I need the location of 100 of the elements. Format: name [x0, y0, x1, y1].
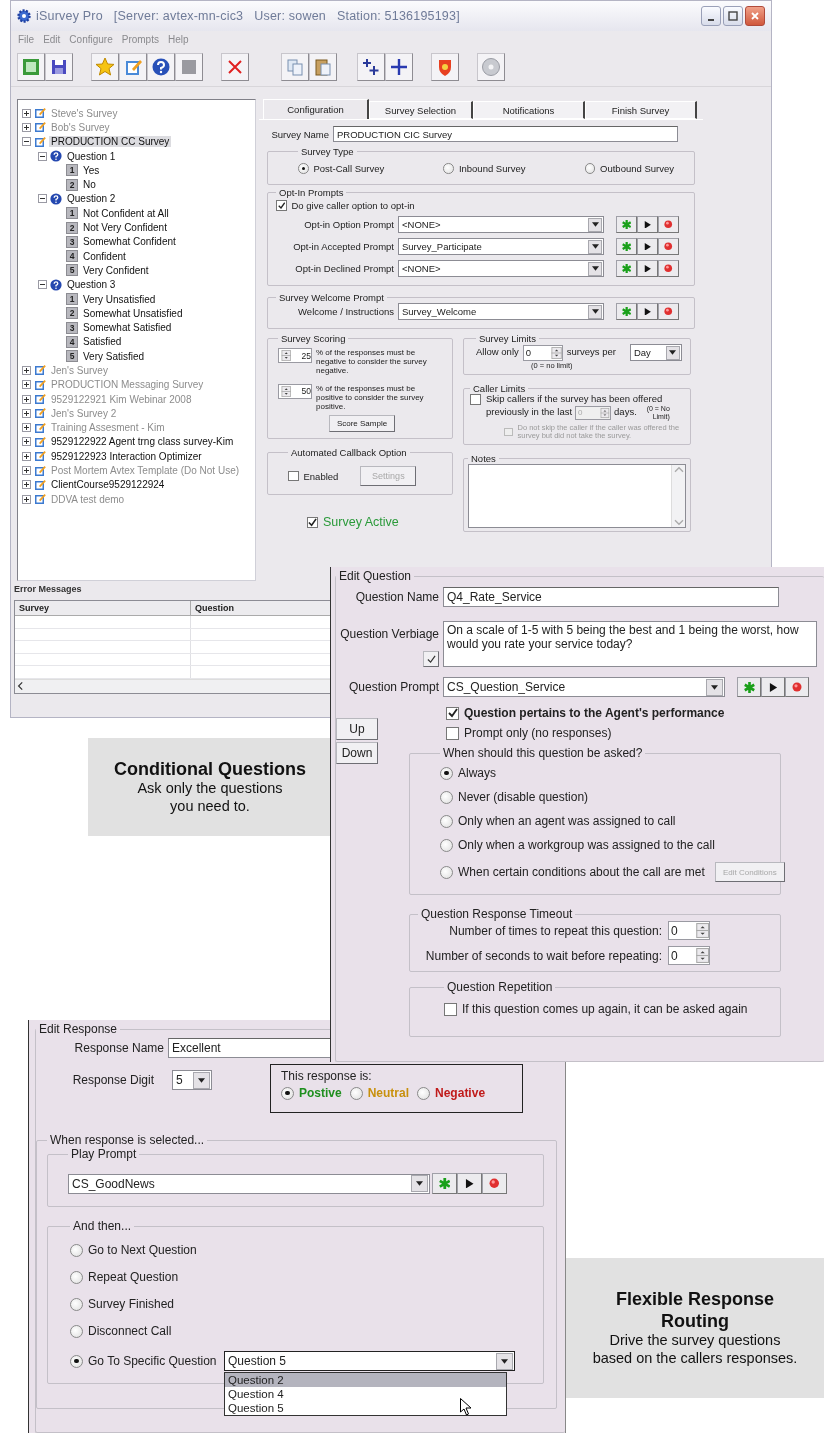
tree-toggle[interactable]	[22, 480, 31, 490]
checkbox[interactable]	[446, 706, 459, 720]
tree-item[interactable]: Somewhat Satisfied	[81, 322, 174, 334]
radio-button[interactable]	[70, 1270, 83, 1284]
tree-toggle[interactable]	[22, 451, 31, 461]
tree-item[interactable]: No	[81, 179, 98, 191]
question-name-field[interactable]: Q4_Rate_Service	[443, 587, 779, 607]
tree-item[interactable]: Steve's Survey	[49, 107, 120, 119]
play-button[interactable]	[761, 677, 785, 697]
tree-toggle[interactable]	[38, 194, 47, 204]
tree-item[interactable]: Jen's Survey 2	[49, 407, 119, 419]
move-button[interactable]: Down	[336, 742, 378, 764]
record-button[interactable]	[658, 303, 679, 320]
tree-toggle[interactable]	[22, 437, 31, 447]
tab[interactable]: Finish Survey	[585, 101, 697, 119]
tree-toggle[interactable]	[22, 122, 31, 132]
tree-item[interactable]: Somewhat Confident	[81, 236, 178, 248]
verbiage-field[interactable]: On a scale of 1-5 with 5 being the best and 1 being the worst, how would you rate your service today?	[443, 621, 817, 667]
prompt-dropdown[interactable]: Survey_Participate	[398, 238, 604, 255]
play-button[interactable]	[637, 303, 658, 320]
dropdown-option[interactable]: Question 2	[225, 1373, 506, 1387]
checkbox[interactable]	[307, 516, 318, 528]
tree-item[interactable]: Training Assesment - Kim	[49, 422, 167, 434]
radio-button[interactable]	[70, 1243, 83, 1257]
radio-button[interactable]	[440, 790, 453, 804]
close-button[interactable]	[745, 6, 765, 26]
tree-item[interactable]: Post Mortem Avtex Template (Do Not Use)	[49, 465, 242, 477]
question-dropdown[interactable]: Question 5	[224, 1351, 515, 1371]
add-button[interactable]	[385, 52, 413, 81]
tree-item[interactable]: Bob's Survey	[49, 121, 112, 133]
number-spinner[interactable]: 0	[522, 344, 563, 361]
radio-button[interactable]	[281, 1086, 294, 1100]
number-spinner[interactable]: 50	[278, 383, 312, 399]
tree-item[interactable]: PRODUCTION CC Survey	[49, 136, 172, 148]
checkbox[interactable]	[446, 726, 459, 740]
tree-item[interactable]: Yes	[81, 164, 102, 176]
tree-item[interactable]: Not Very Confident	[81, 222, 169, 233]
radio-button[interactable]	[584, 163, 596, 174]
radio-button[interactable]	[349, 1086, 363, 1100]
record-button[interactable]	[658, 260, 679, 277]
checkbox[interactable]	[470, 393, 481, 405]
survey-name-field[interactable]: PRODUCTION CIC Survey	[333, 126, 678, 142]
tree-toggle[interactable]	[22, 423, 31, 433]
tree-item[interactable]: Question 3	[65, 279, 118, 291]
tree-item[interactable]: PRODUCTION Messaging Survey	[49, 379, 206, 391]
prompt-dropdown[interactable]: Survey_Welcome	[398, 303, 604, 320]
scroll-up-icon[interactable]	[672, 465, 686, 474]
favorite-button[interactable]	[91, 52, 119, 81]
tree-item[interactable]: Somewhat Unsatisfied	[81, 307, 185, 319]
export-button[interactable]	[17, 52, 45, 81]
tree-toggle[interactable]	[22, 466, 31, 476]
checkbox[interactable]	[276, 200, 287, 211]
radio-button[interactable]	[440, 838, 453, 852]
minimize-button[interactable]	[701, 6, 721, 26]
play-button[interactable]	[457, 1173, 482, 1194]
record-button[interactable]	[658, 238, 679, 255]
play-button[interactable]	[637, 260, 658, 277]
radio-button[interactable]	[70, 1297, 83, 1311]
tree-item[interactable]: Question 2	[65, 193, 118, 205]
move-button[interactable]: Up	[336, 718, 378, 740]
tree-item[interactable]: 9529122921 Kim Webinar 2008	[49, 393, 194, 405]
tree-toggle[interactable]	[22, 366, 31, 375]
tree-toggle[interactable]	[22, 494, 31, 504]
number-spinner[interactable]: 25	[278, 348, 312, 363]
tree-item[interactable]: Satisfied	[81, 336, 124, 348]
tree-item[interactable]: Very Satisfied	[81, 350, 147, 362]
tree-item[interactable]: Jen's Survey	[49, 365, 110, 376]
tree-item[interactable]: ClientCourse9529122924	[49, 479, 167, 491]
checkbox[interactable]	[288, 470, 299, 482]
prompt-dropdown[interactable]: CS_Question_Service	[443, 677, 725, 697]
period-dropdown[interactable]: Day	[629, 344, 682, 361]
tree-item[interactable]: DDVA test demo	[49, 493, 127, 505]
record-button[interactable]	[785, 677, 809, 697]
help-button[interactable]	[147, 52, 175, 81]
scroll-down-icon[interactable]	[672, 519, 686, 528]
radio-button[interactable]	[440, 766, 453, 780]
maximize-button[interactable]	[723, 6, 743, 26]
prompt-dropdown[interactable]: CS_GoodNews	[68, 1173, 430, 1194]
radio-button[interactable]	[70, 1354, 83, 1368]
tree-toggle[interactable]	[22, 137, 31, 147]
delete-button[interactable]	[221, 52, 249, 81]
spell-check-button[interactable]	[423, 651, 439, 667]
tab[interactable]: Notifications	[473, 101, 585, 119]
paste-button[interactable]	[309, 52, 337, 81]
new-prompt-button[interactable]	[616, 260, 637, 277]
prompt-dropdown[interactable]: <NONE>	[398, 260, 604, 277]
prompt-dropdown[interactable]: <NONE>	[398, 216, 604, 233]
stop-button[interactable]	[175, 52, 203, 81]
tree-item[interactable]: 9529122923 Interaction Optimizer	[49, 450, 204, 462]
radio-button[interactable]	[417, 1086, 431, 1100]
tree-item[interactable]: 9529122922 Agent trng class survey-Kim	[49, 436, 236, 448]
tree-toggle[interactable]	[38, 151, 47, 161]
new-prompt-button[interactable]	[737, 677, 761, 697]
new-prompt-button[interactable]	[616, 303, 637, 320]
new-prompt-button[interactable]	[432, 1173, 457, 1194]
new-prompt-button[interactable]	[616, 238, 637, 255]
disc-button[interactable]	[477, 52, 505, 81]
record-button[interactable]	[658, 216, 679, 233]
tree-item[interactable]: Question 1	[65, 150, 118, 162]
tree-item[interactable]: Not Confident at All	[81, 207, 171, 219]
